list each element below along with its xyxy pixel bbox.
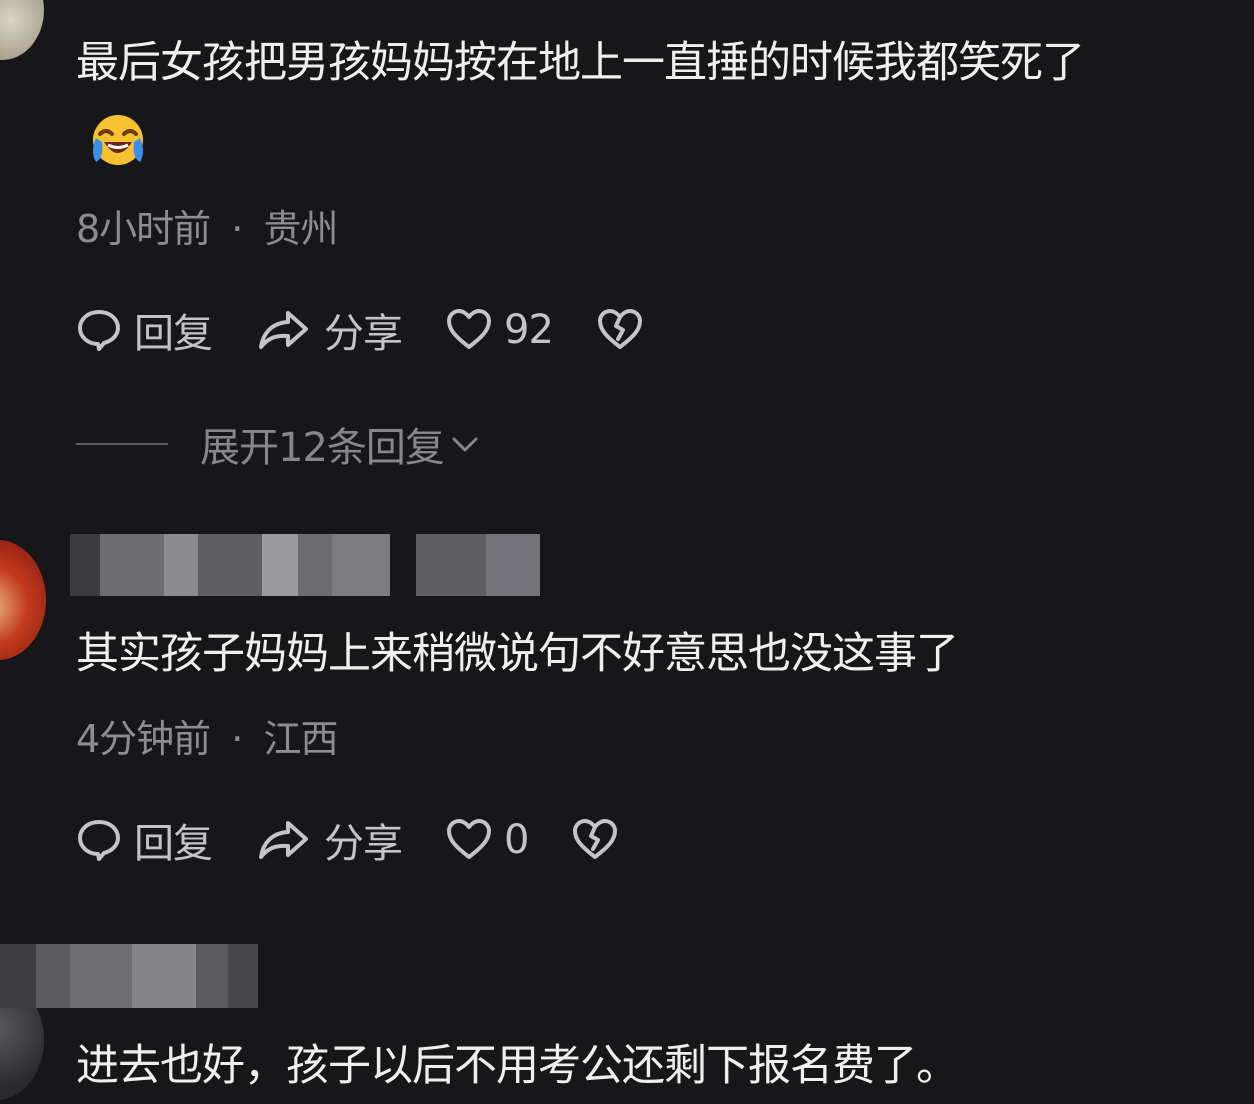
username-redacted-part [416,534,540,596]
reply-label: 回复 [134,311,213,357]
share-label: 分享 [324,311,403,357]
share-label: 分享 [324,821,403,867]
comment-item: 进去也好，孩子以后不用考公还剩下报名费了。 [0,930,1254,1104]
share-arrow-icon [259,311,308,349]
comment-location: 江西 [263,717,338,761]
comment-meta: 4分钟前 · 江西 [76,708,338,763]
meta-separator: · [231,207,243,251]
heart-icon [447,819,491,859]
comment-item: 其实孩子妈妈上来稍微说句不好意思也没这事了 4分钟前 · 江西 回复 分享 0 [0,500,1254,920]
like-count: 0 [504,817,529,863]
comment-time: 8小时前 [76,207,211,251]
comment-bubble-icon [78,820,120,861]
broken-heart-icon [573,819,618,859]
avatar[interactable] [0,540,46,660]
divider [76,443,168,445]
laughing-crying-emoji-icon [93,115,143,165]
share-button[interactable]: 分享 [256,811,403,869]
dislike-button[interactable] [572,817,618,863]
avatar[interactable] [0,0,44,60]
username-redacted[interactable] [0,944,258,1008]
username-redacted[interactable] [70,534,390,596]
comment-text: 最后女孩把男孩妈妈按在地上一直捶的时候我都笑死了 [76,38,1085,88]
broken-heart-icon [597,309,642,349]
expand-replies-label: 展开12条回复 [200,425,445,471]
share-arrow-icon [259,821,308,859]
comment-time: 4分钟前 [76,717,211,761]
comment-item: 最后女孩把男孩妈妈按在地上一直捶的时候我都笑死了 8小时前 · 贵州 回复 分享 [0,0,1254,471]
reply-label: 回复 [134,821,213,867]
like-button[interactable]: 92 [446,307,554,353]
comment-bubble-icon [78,310,120,351]
comment-text: 进去也好，孩子以后不用考公还剩下报名费了。 [76,1041,959,1091]
comment-location: 贵州 [263,207,338,251]
heart-icon [447,309,491,349]
comment-text: 其实孩子妈妈上来稍微说句不好意思也没这事了 [76,629,959,679]
comment-actions: 回复 分享 0 [76,812,662,868]
reply-button[interactable]: 回复 [76,301,213,359]
chevron-down-icon [452,437,478,452]
comment-meta: 8小时前 · 贵州 [76,198,338,253]
meta-separator: · [231,717,243,761]
expand-replies-button[interactable]: 展开12条回复 [76,418,482,471]
like-button[interactable]: 0 [446,817,529,863]
dislike-button[interactable] [597,307,643,353]
comment-actions: 回复 分享 92 [76,302,687,358]
share-button[interactable]: 分享 [256,301,403,359]
reply-button[interactable]: 回复 [76,811,213,869]
like-count: 92 [504,307,554,353]
